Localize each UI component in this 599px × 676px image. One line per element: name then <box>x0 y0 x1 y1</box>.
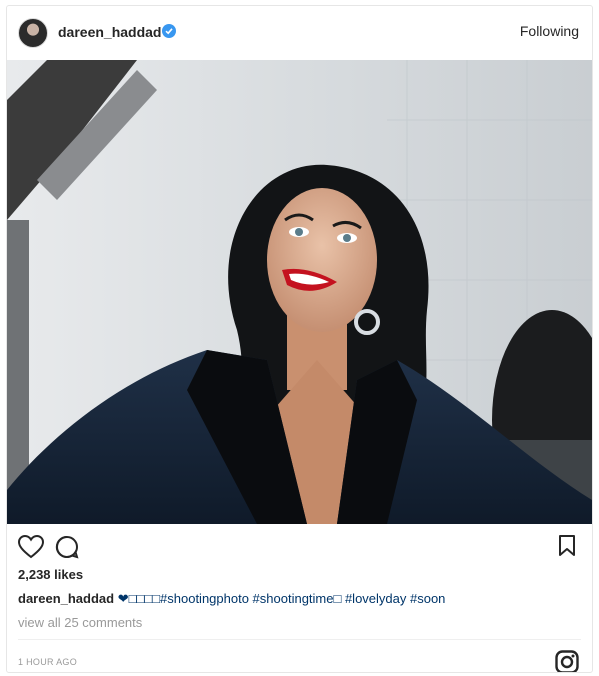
instagram-icon[interactable] <box>555 650 579 672</box>
verified-badge-icon <box>162 24 176 38</box>
caption-text[interactable]: ❤□□□□#shootingphoto #shootingtime□ #love… <box>118 591 446 606</box>
post-card: dareen_haddad Following 2,238 likes dare… <box>6 5 593 673</box>
caption: dareen_haddad ❤□□□□#shootingphoto #shoot… <box>18 591 445 607</box>
view-comments-link[interactable]: view all 25 comments <box>18 615 142 630</box>
following-button[interactable]: Following <box>520 23 579 39</box>
divider <box>18 639 581 640</box>
bookmark-icon[interactable] <box>558 535 576 562</box>
avatar[interactable] <box>18 18 48 48</box>
caption-username[interactable]: dareen_haddad <box>18 591 114 606</box>
action-bar <box>7 527 592 567</box>
likes-count[interactable]: 2,238 likes <box>18 567 83 582</box>
username[interactable]: dareen_haddad <box>58 24 161 40</box>
timestamp: 1 HOUR AGO <box>18 657 78 667</box>
comment-icon[interactable] <box>55 535 79 564</box>
post-header: dareen_haddad Following <box>7 6 592 60</box>
heart-icon[interactable] <box>17 534 45 564</box>
post-photo[interactable] <box>7 60 592 524</box>
